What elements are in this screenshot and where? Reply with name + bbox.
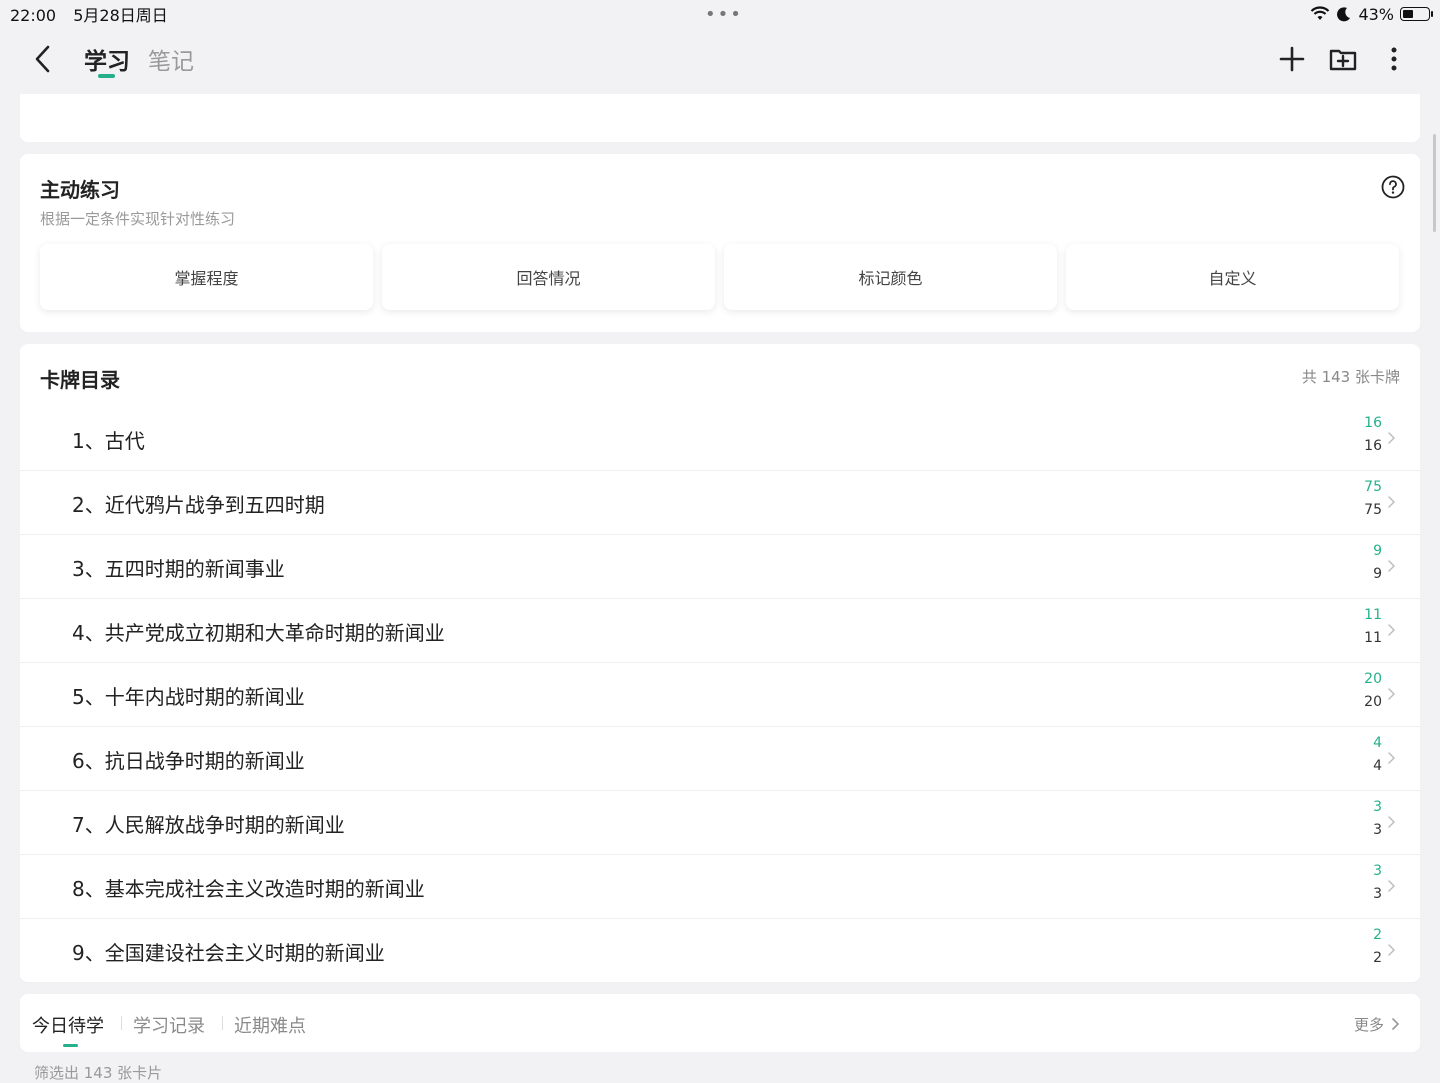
catalog-row-name: 8、基本完成社会主义改造时期的新闻业	[72, 877, 425, 901]
battery-fill	[1403, 10, 1413, 18]
chevron-right-icon	[1388, 560, 1395, 572]
chevron-right-icon[interactable]	[1390, 1017, 1400, 1031]
status-left: 22:00 5月28日周日	[10, 2, 180, 26]
catalog-row[interactable]: 7、人民解放战争时期的新闻业 3 3	[20, 791, 1420, 855]
more-link[interactable]: 更多	[1354, 1014, 1384, 1035]
catalog-row-count-total: 9	[1373, 566, 1382, 582]
status-bar: 22:00 5月28日周日 ••• 43%	[0, 0, 1440, 28]
chevron-right-icon	[1388, 688, 1395, 700]
practice-title: 主动练习	[40, 178, 120, 202]
help-icon[interactable]	[1381, 175, 1405, 199]
catalog-row-count-new: 20	[1364, 671, 1382, 687]
catalog-row[interactable]: 5、十年内战时期的新闻业 20 20	[20, 663, 1420, 727]
multitasking-dots-icon[interactable]: •••	[705, 4, 743, 25]
status-right: 43%	[1310, 4, 1433, 24]
folder-add-icon[interactable]	[1328, 44, 1358, 74]
tab-active-indicator	[98, 74, 115, 78]
battery-icon	[1400, 7, 1433, 21]
catalog-row[interactable]: 3、五四时期的新闻事业 9 9	[20, 535, 1420, 599]
tab-divider	[222, 1016, 223, 1030]
mastery-level-button[interactable]: 掌握程度	[40, 244, 373, 310]
catalog-row-count-total: 3	[1373, 886, 1382, 902]
bottom-tab-indicator	[63, 1044, 78, 1047]
catalog-row-count-new: 75	[1364, 479, 1382, 495]
card-catalog: 卡牌目录 共 143 张卡牌 1、古代 16 16 2、近代鸦片战争到五四时期 75 75…	[20, 344, 1420, 983]
tab-divider	[121, 1016, 122, 1030]
chevron-right-icon	[1388, 880, 1395, 892]
catalog-row-name: 5、十年内战时期的新闻业	[72, 685, 305, 709]
moon-icon	[1337, 7, 1351, 22]
catalog-row-name: 3、五四时期的新闻事业	[72, 557, 285, 581]
status-date: 5月28日周日	[73, 6, 168, 25]
practice-subtitle: 根据一定条件实现针对性练习	[40, 210, 236, 228]
custom-button[interactable]: 自定义	[1066, 244, 1399, 310]
catalog-total: 共 143 张卡牌	[1301, 368, 1400, 386]
back-arrow-icon[interactable]	[30, 43, 58, 75]
catalog-row-count-new: 2	[1373, 927, 1382, 943]
navigation-bar: 学习 笔记	[0, 28, 1440, 94]
top-card-partial	[20, 94, 1420, 142]
catalog-row-count-new: 3	[1373, 799, 1382, 815]
catalog-row-count-new: 11	[1364, 607, 1382, 623]
catalog-row[interactable]: 9、全国建设社会主义时期的新闻业 2 2	[20, 919, 1420, 983]
catalog-row-count-total: 75	[1364, 502, 1382, 518]
catalog-row-count-total: 4	[1373, 758, 1382, 774]
scrollbar[interactable]	[1433, 134, 1436, 232]
active-practice-card: 主动练习 根据一定条件实现针对性练习 掌握程度 回答情况 标记颜色 自定义	[20, 154, 1420, 332]
catalog-row-name: 2、近代鸦片战争到五四时期	[72, 493, 325, 517]
tab-study-records[interactable]: 学习记录	[133, 1012, 205, 1038]
catalog-row-count-total: 2	[1373, 950, 1382, 966]
chevron-right-icon	[1388, 752, 1395, 764]
more-vertical-icon[interactable]	[1379, 44, 1409, 74]
battery-percentage: 43%	[1358, 4, 1394, 24]
catalog-row-count-new: 9	[1373, 543, 1382, 559]
chevron-right-icon	[1388, 816, 1395, 828]
bottom-tabs-card: 今日待学 学习记录 近期难点 更多	[20, 994, 1420, 1052]
tab-notes[interactable]: 笔记	[148, 42, 194, 76]
plus-icon[interactable]	[1277, 44, 1307, 74]
catalog-row-name: 9、全国建设社会主义时期的新闻业	[72, 941, 385, 965]
catalog-row-count-total: 3	[1373, 822, 1382, 838]
mark-color-button[interactable]: 标记颜色	[724, 244, 1057, 310]
catalog-row-name: 6、抗日战争时期的新闻业	[72, 749, 305, 773]
chevron-right-icon	[1388, 496, 1395, 508]
catalog-row[interactable]: 2、近代鸦片战争到五四时期 75 75	[20, 471, 1420, 535]
catalog-row-count-total: 11	[1364, 630, 1382, 646]
tab-study[interactable]: 学习	[84, 42, 130, 76]
wifi-icon	[1311, 6, 1330, 20]
catalog-row-count-total: 16	[1364, 438, 1382, 454]
catalog-row[interactable]: 6、抗日战争时期的新闻业 4 4	[20, 727, 1420, 791]
catalog-row-name: 1、古代	[72, 429, 145, 453]
catalog-row[interactable]: 4、共产党成立初期和大革命时期的新闻业 11 11	[20, 599, 1420, 663]
tab-recent-difficult[interactable]: 近期难点	[234, 1012, 306, 1038]
catalog-title: 卡牌目录	[40, 368, 120, 392]
catalog-row-count-new: 3	[1373, 863, 1382, 879]
status-time: 22:00	[10, 6, 57, 25]
catalog-row-count-new: 4	[1373, 735, 1382, 751]
catalog-row-count-new: 16	[1364, 415, 1382, 431]
catalog-row[interactable]: 1、古代 16 16	[20, 407, 1420, 471]
catalog-row-name: 7、人民解放战争时期的新闻业	[72, 813, 345, 837]
catalog-row-name: 4、共产党成立初期和大革命时期的新闻业	[72, 621, 445, 645]
chevron-right-icon	[1388, 624, 1395, 636]
chevron-right-icon	[1388, 432, 1395, 444]
catalog-row[interactable]: 8、基本完成社会主义改造时期的新闻业 3 3	[20, 855, 1420, 919]
catalog-row-count-total: 20	[1364, 694, 1382, 710]
chevron-right-icon	[1388, 944, 1395, 956]
answer-status-button[interactable]: 回答情况	[382, 244, 715, 310]
tab-today-pending[interactable]: 今日待学	[32, 1012, 104, 1038]
